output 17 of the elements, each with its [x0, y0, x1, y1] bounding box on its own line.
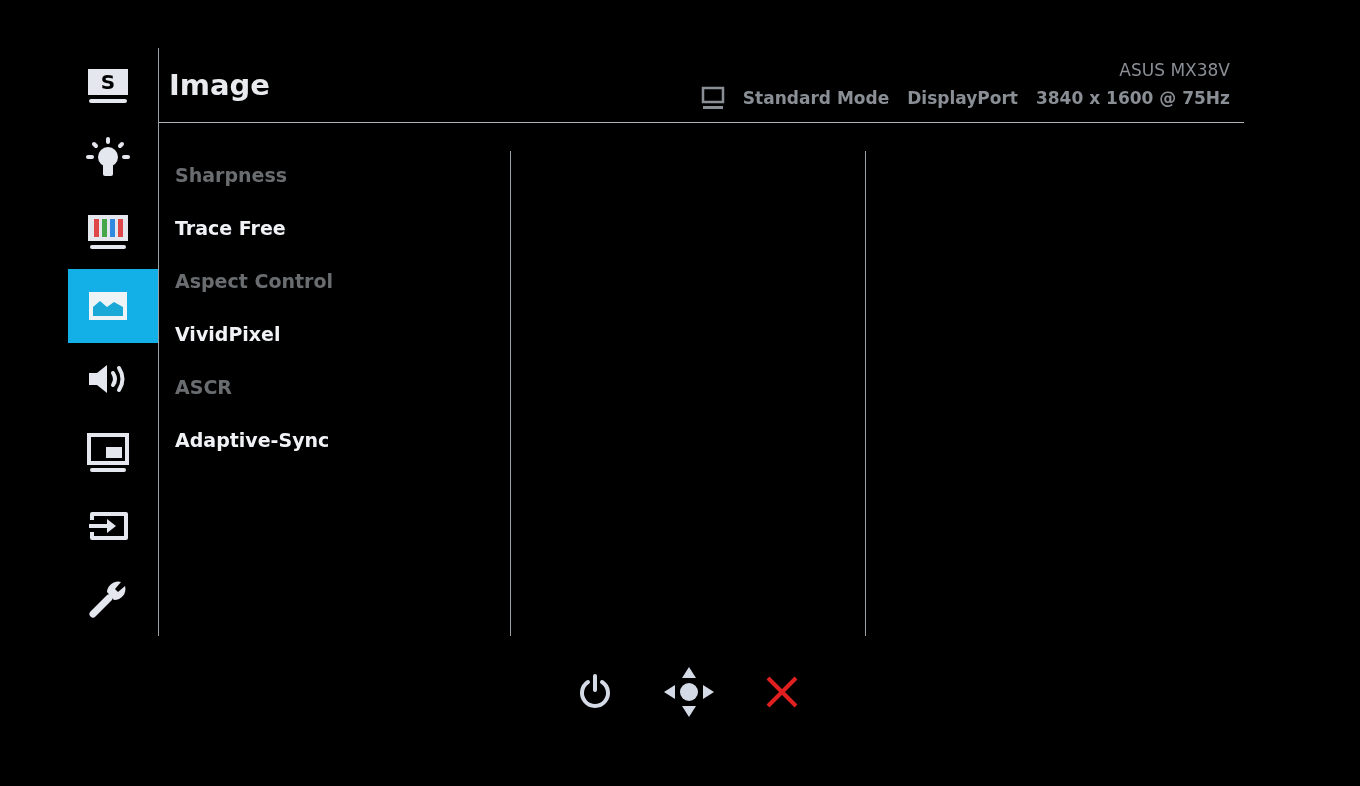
menu-item[interactable]: Adaptive-Sync [175, 428, 510, 453]
sidebar-item[interactable]: S [68, 49, 158, 123]
mode-label: Standard Mode [742, 88, 890, 109]
monitor-model: ASUS MX38V [1119, 60, 1230, 81]
resolution-label: 3840 x 1600 @ 75Hz [1035, 88, 1230, 109]
menu-item[interactable]: VividPixel [175, 322, 510, 347]
navigation-joystick-icon[interactable] [663, 666, 715, 718]
input-icon [87, 510, 129, 541]
power-icon[interactable] [577, 673, 613, 711]
input-label: DisplayPort [907, 88, 1018, 109]
menu-title: Image [169, 68, 270, 103]
picture-icon [88, 290, 128, 321]
close-icon[interactable] [765, 675, 799, 709]
monitor-icon [700, 86, 725, 111]
picture-in-picture-icon [86, 431, 130, 474]
menu-item[interactable]: Trace Free [175, 216, 510, 241]
color-bars-icon [87, 214, 129, 251]
